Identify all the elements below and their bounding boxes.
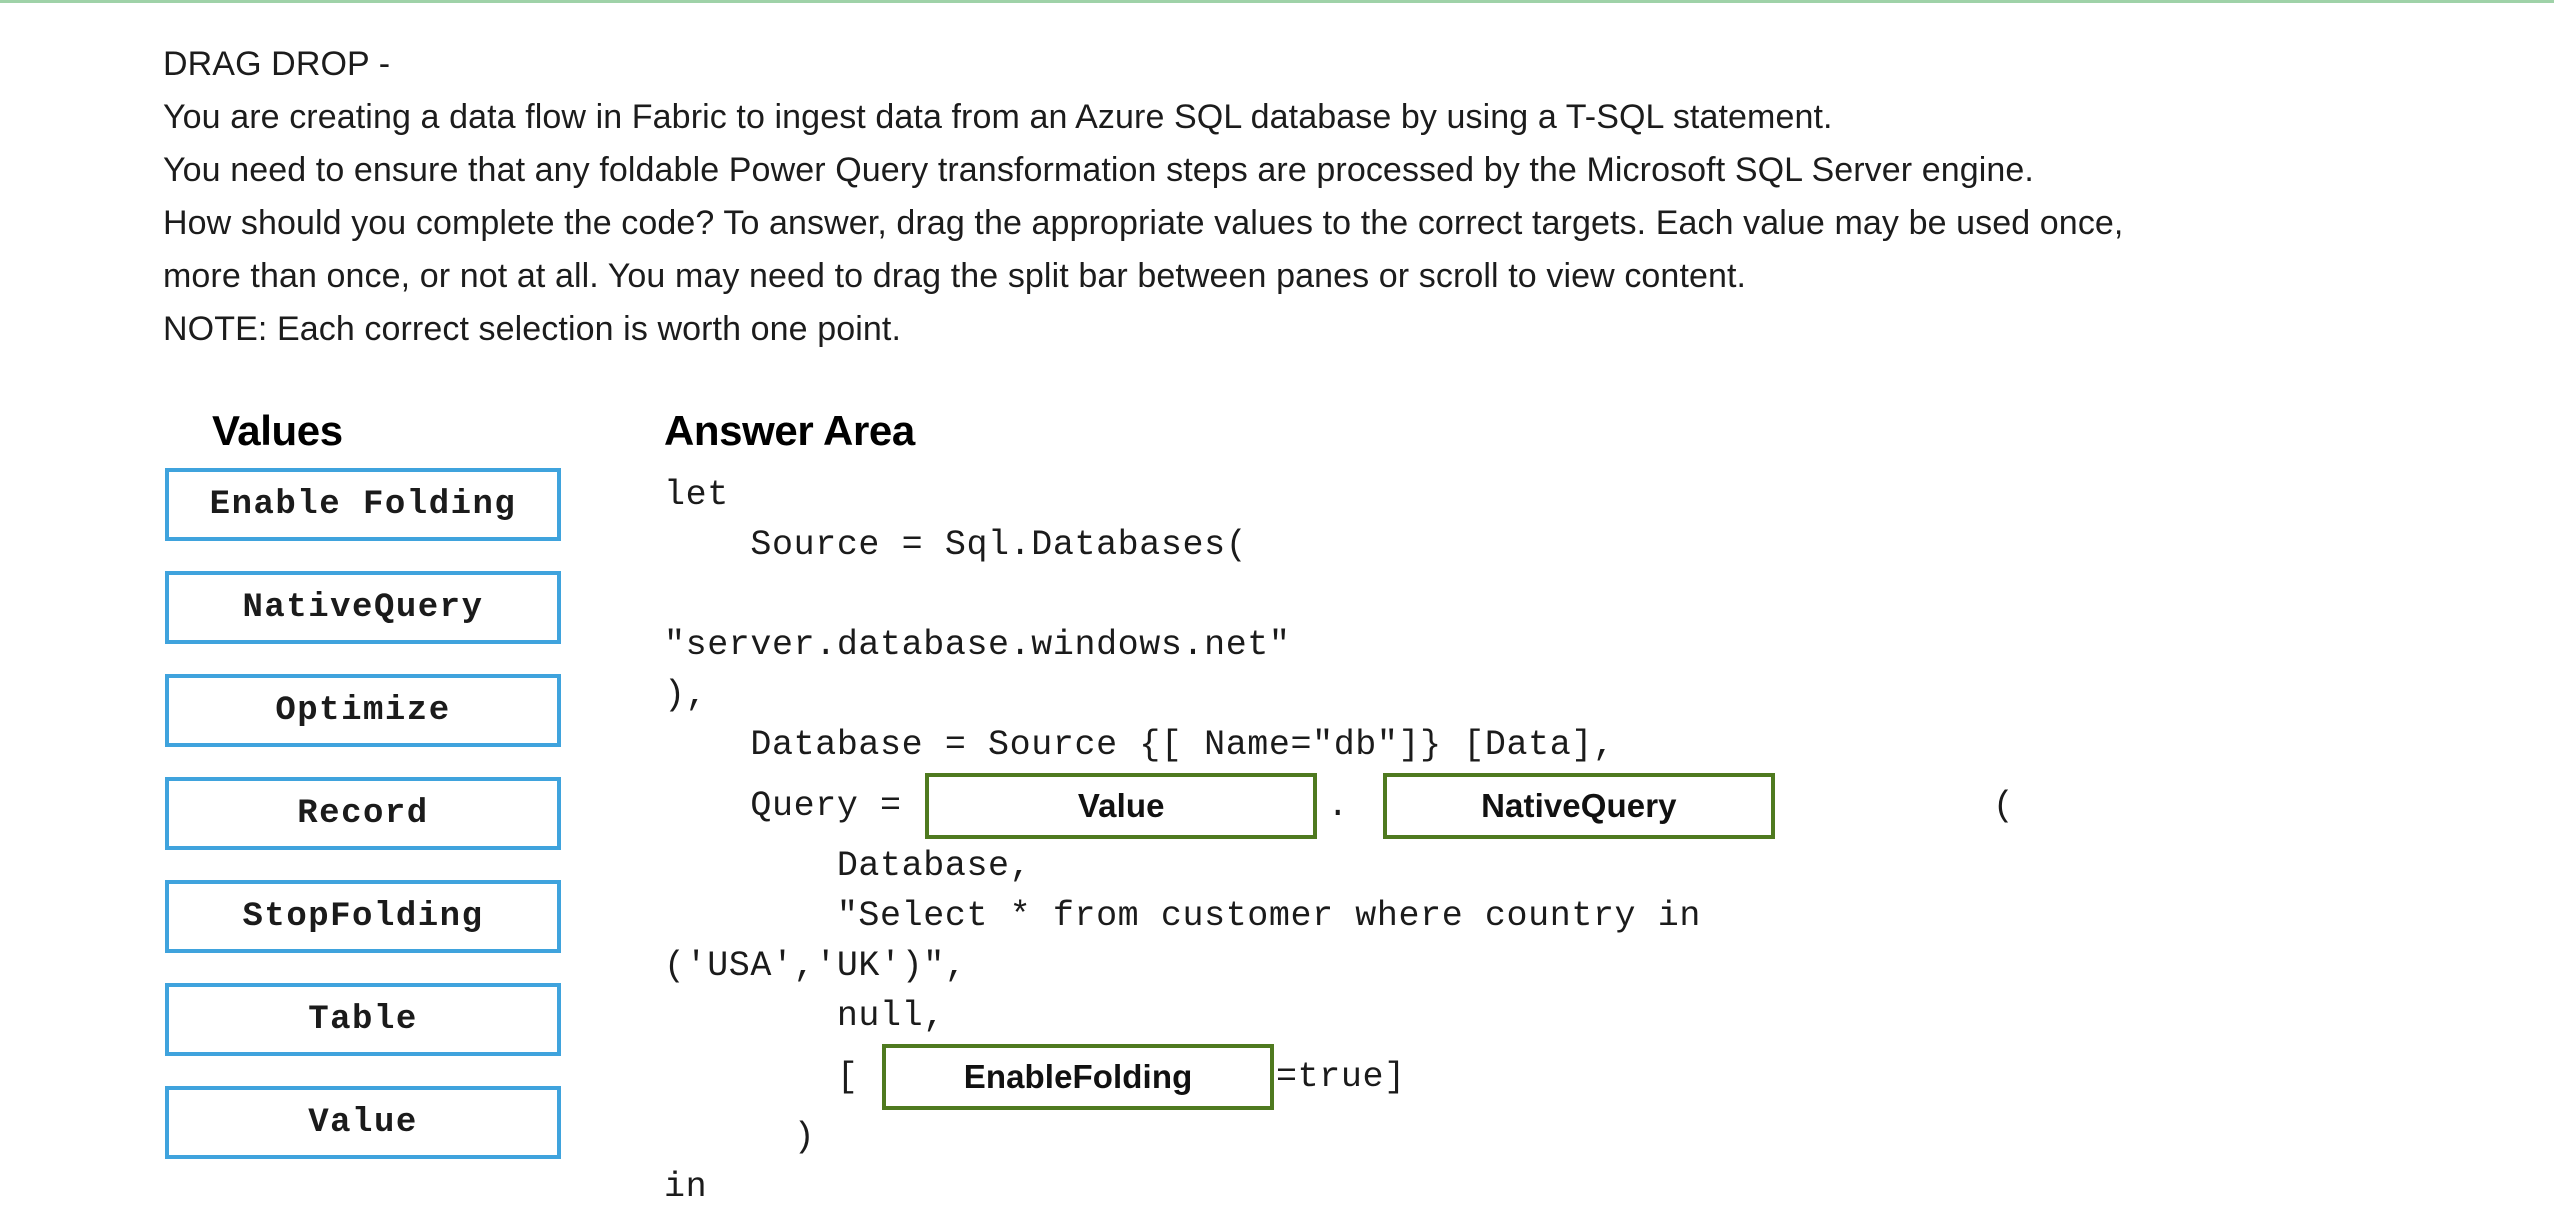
code-text: Source = Sql.Databases(: [664, 525, 1248, 565]
prompt-line-drag-drop: DRAG DROP -: [163, 45, 391, 83]
value-chip-stopfolding[interactable]: StopFolding: [165, 880, 561, 953]
prompt-line-instructions-1: How should you complete the code? To ans…: [163, 204, 2124, 242]
code-line-options-record: [ EnableFolding =true]: [664, 1041, 2364, 1112]
options-enablefolding-drop-target[interactable]: EnableFolding: [882, 1043, 1275, 1110]
value-chip-optimize[interactable]: Optimize: [165, 674, 561, 747]
code-text: Query =: [664, 785, 924, 826]
answer-area-code-block: let Source = Sql.Databases( "server.data…: [664, 470, 2364, 1212]
values-list: Enable Folding NativeQuery Optimize Reco…: [165, 468, 561, 1189]
prompt-line-note: NOTE: Each correct selection is worth on…: [163, 310, 902, 348]
code-line-select-continued: ('USA','UK')",: [664, 941, 2364, 991]
value-chip-record[interactable]: Record: [165, 777, 561, 850]
values-panel-heading: Values: [212, 407, 343, 454]
code-line-close-call: ): [664, 1112, 2364, 1162]
code-text: ): [664, 1117, 816, 1157]
value-chip-label: Enable Folding: [209, 485, 517, 524]
value-chip-enable-folding[interactable]: Enable Folding: [165, 468, 561, 541]
drop-target-label: EnableFolding: [963, 1057, 1193, 1095]
code-text: [: [664, 1056, 881, 1097]
code-line-source: Source = Sql.Databases(: [664, 520, 2364, 570]
query-value-drop-target[interactable]: Value: [925, 772, 1318, 839]
code-text: in: [664, 1167, 708, 1207]
member-access-dot: .: [1327, 785, 1349, 826]
code-line-server: "server.database.windows.net": [664, 620, 2364, 670]
code-text: let: [664, 475, 729, 515]
code-line-query-assignment: Query = Value . NativeQuery (: [664, 770, 2364, 841]
value-chip-value[interactable]: Value: [165, 1086, 561, 1159]
value-chip-label: StopFolding: [242, 897, 484, 936]
question-page: DRAG DROP - You are creating a data flow…: [0, 0, 2554, 1212]
prompt-line-requirement: You need to ensure that any foldable Pow…: [163, 151, 2034, 189]
code-line-database-arg: Database,: [664, 841, 2364, 891]
code-text: Database = Source {[ Name="db"]} [Data],: [664, 725, 1615, 765]
code-text: =true]: [1276, 1056, 1406, 1097]
value-chip-nativequery[interactable]: NativeQuery: [165, 571, 561, 644]
prompt-line-instructions-2: more than once, or not at all. You may n…: [163, 257, 1747, 295]
drop-target-label: Value: [1077, 786, 1165, 824]
code-text: "server.database.windows.net": [664, 625, 1291, 665]
code-line-select: "Select * from customer where country in: [664, 891, 2364, 941]
value-chip-label: Value: [308, 1103, 418, 1142]
code-text: null,: [664, 996, 945, 1036]
value-chip-table[interactable]: Table: [165, 983, 561, 1056]
value-chip-label: Table: [308, 1000, 418, 1039]
drop-target-label: NativeQuery: [1481, 786, 1677, 824]
top-hairline-divider: [0, 0, 2554, 3]
query-nativequery-drop-target[interactable]: NativeQuery: [1382, 772, 1775, 839]
code-text: ),: [664, 675, 708, 715]
prompt-line-scenario: You are creating a data flow in Fabric t…: [163, 98, 1833, 136]
value-chip-label: Record: [297, 794, 429, 833]
question-prompt: DRAG DROP - You are creating a data flow…: [163, 38, 2453, 356]
code-line-in: in: [664, 1162, 2364, 1212]
code-text: (: [1776, 785, 2015, 826]
code-text: ('USA','UK')",: [664, 946, 967, 986]
value-chip-label: Optimize: [275, 691, 451, 730]
code-line-let: let: [664, 470, 2364, 520]
code-line-database: Database = Source {[ Name="db"]} [Data],: [664, 720, 2364, 770]
value-chip-label: NativeQuery: [242, 588, 484, 627]
code-text: "Select * from customer where country in: [664, 896, 1701, 936]
code-line-null: null,: [664, 991, 2364, 1041]
answer-area-heading: Answer Area: [664, 407, 915, 454]
code-line-close-paren: ),: [664, 670, 2364, 720]
code-text: Database,: [664, 846, 1032, 886]
